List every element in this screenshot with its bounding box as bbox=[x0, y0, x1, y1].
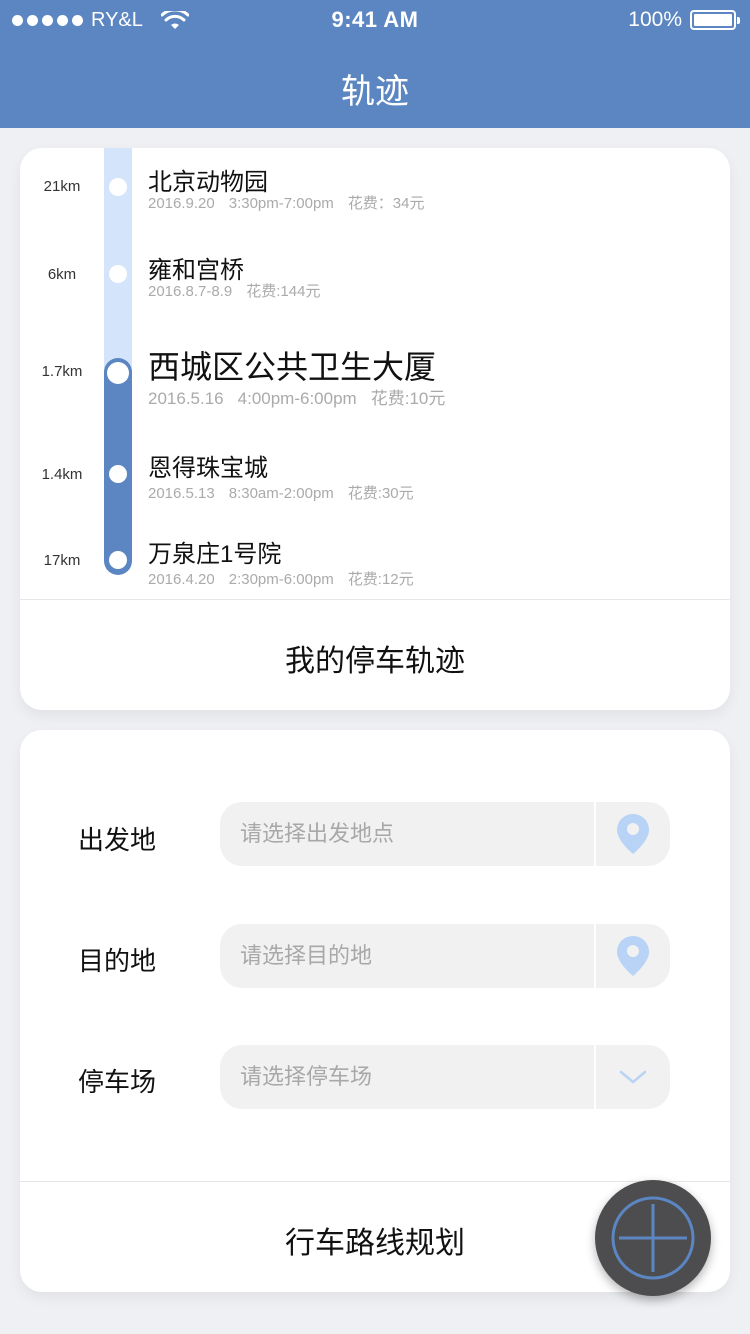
timeline-dot bbox=[109, 465, 127, 483]
my-parking-track-button[interactable]: 我的停车轨迹 bbox=[20, 636, 730, 680]
card-divider bbox=[20, 1181, 730, 1182]
track-meta: 2016.5.13 8:30am-2:00pm 花费:30元 bbox=[148, 482, 414, 503]
track-place-active[interactable]: 西城区公共卫生大厦 bbox=[148, 342, 436, 388]
track-meta: 2016.8.7-8.9 花费:144元 bbox=[148, 280, 320, 301]
parking-track-card: 21km 北京动物园 2016.9.20 3:30pm-7:00pm 花费：34元 … bbox=[20, 148, 730, 710]
battery-percent: 100% bbox=[628, 8, 682, 31]
destination-input[interactable] bbox=[220, 924, 594, 988]
track-meta: 2016.4.20 2:30pm-6:00pm 花费:12元 bbox=[148, 568, 414, 589]
track-place[interactable]: 恩得珠宝城 bbox=[148, 448, 268, 483]
track-date: 2016.4.20 bbox=[148, 571, 215, 588]
track-meta: 2016.5.16 4:00pm-6:00pm 花费:10元 bbox=[148, 384, 445, 409]
location-pin-icon bbox=[617, 936, 649, 976]
track-date: 2016.8.7-8.9 bbox=[148, 283, 233, 300]
timeline-dot bbox=[109, 551, 127, 569]
chevron-down-icon bbox=[619, 1070, 647, 1084]
track-distance: 21km bbox=[43, 178, 81, 195]
track-distance: 6km bbox=[47, 266, 77, 283]
origin-field bbox=[220, 802, 670, 866]
origin-location-button[interactable] bbox=[596, 802, 670, 866]
track-time: 2:30pm-6:00pm bbox=[228, 571, 334, 588]
track-date: 2016.9.20 bbox=[148, 195, 215, 212]
destination-location-button[interactable] bbox=[596, 924, 670, 988]
track-meta: 2016.9.20 3:30pm-7:00pm 花费：34元 bbox=[148, 192, 424, 213]
track-cost: 花费:10元 bbox=[370, 389, 446, 408]
plus-icon bbox=[611, 1196, 695, 1280]
track-date: 2016.5.13 bbox=[148, 485, 215, 502]
page-title: 轨迹 bbox=[341, 73, 409, 111]
track-time: 3:30pm-7:00pm bbox=[228, 195, 334, 212]
track-distance: 1.4km bbox=[41, 466, 83, 483]
destination-field bbox=[220, 924, 670, 988]
destination-label: 目的地 bbox=[78, 946, 157, 976]
track-time: 4:00pm-6:00pm bbox=[237, 389, 357, 408]
timeline-dot bbox=[109, 265, 127, 283]
track-time: 8:30am-2:00pm bbox=[228, 485, 334, 502]
timeline-dot-active bbox=[107, 362, 129, 384]
track-cost: 花费:30元 bbox=[347, 485, 414, 502]
card-divider bbox=[20, 599, 730, 600]
track-place[interactable]: 万泉庄1号院 bbox=[148, 534, 281, 569]
battery-icon bbox=[690, 10, 740, 30]
origin-input[interactable] bbox=[220, 802, 594, 866]
track-date: 2016.5.16 bbox=[148, 389, 224, 408]
origin-label: 出发地 bbox=[78, 825, 157, 855]
status-bar: RY&L 9:41 AM 100% bbox=[0, 0, 750, 40]
status-right: 100% bbox=[628, 8, 740, 32]
add-fab-button[interactable] bbox=[595, 1180, 711, 1296]
parking-field bbox=[220, 1045, 670, 1109]
parking-dropdown-button[interactable] bbox=[596, 1045, 670, 1109]
track-distance: 17km bbox=[43, 552, 81, 569]
track-distance: 1.7km bbox=[41, 363, 83, 380]
app-header: RY&L 9:41 AM 100% 轨迹 bbox=[0, 0, 750, 128]
track-cost: 花费:12元 bbox=[347, 571, 414, 588]
track-cost: 花费：34元 bbox=[347, 195, 425, 212]
parking-select[interactable] bbox=[220, 1045, 594, 1109]
parking-label: 停车场 bbox=[78, 1067, 157, 1097]
timeline-dot bbox=[109, 178, 127, 196]
location-pin-icon bbox=[617, 814, 649, 854]
track-cost: 花费:144元 bbox=[246, 283, 321, 300]
